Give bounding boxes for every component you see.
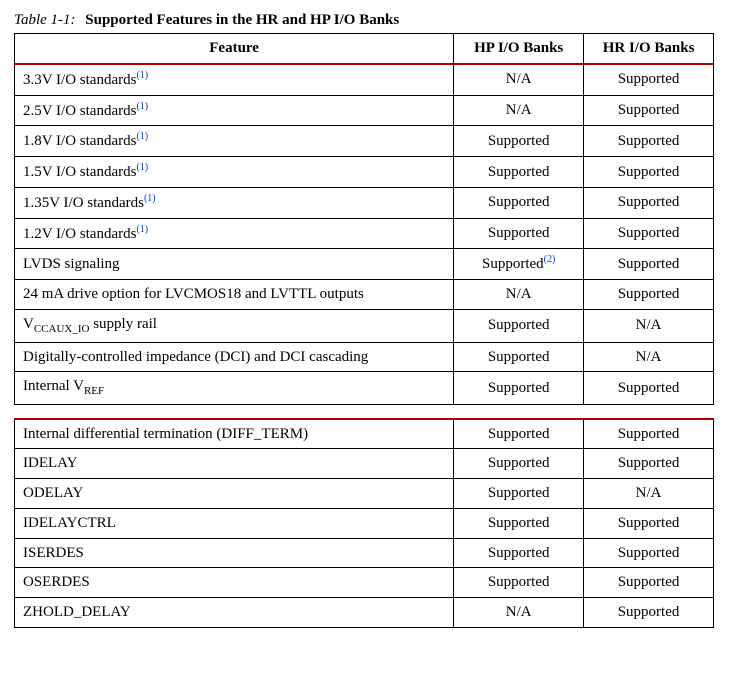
col-header-hr: HR I/O Banks [584, 34, 714, 64]
table-row: 1.8V I/O standards(1)SupportedSupported [15, 126, 714, 157]
feature-cell: IDELAYCTRL [15, 508, 454, 538]
footnote-ref: (1) [136, 101, 148, 112]
table-row: 24 mA drive option for LVCMOS18 and LVTT… [15, 280, 714, 310]
feature-cell: VCCAUX_IO supply rail [15, 309, 454, 342]
table-row: 1.2V I/O standards(1)SupportedSupported [15, 218, 714, 249]
hp-cell: Supported [454, 538, 584, 568]
table-title: Supported Features in the HR and HP I/O … [85, 12, 399, 28]
table-caption: Table 1-1: Supported Features in the HR … [14, 12, 719, 29]
footnote-ref: (1) [144, 193, 156, 204]
hr-cell: Supported [584, 280, 714, 310]
table-row: IDELAYCTRLSupportedSupported [15, 508, 714, 538]
feature-cell: 1.5V I/O standards(1) [15, 157, 454, 188]
feature-cell: 1.8V I/O standards(1) [15, 126, 454, 157]
table-row: Internal VREFSupportedSupported [15, 372, 714, 405]
feature-cell: ODELAY [15, 479, 454, 509]
hp-cell: Supported [454, 157, 584, 188]
hp-cell: Supported [454, 126, 584, 157]
hr-cell: Supported [584, 372, 714, 405]
feature-cell: Internal VREF [15, 372, 454, 405]
table-row: ISERDESSupportedSupported [15, 538, 714, 568]
footnote-ref: (1) [136, 70, 148, 81]
table-label: Table 1-1: [14, 12, 76, 28]
table-row: Internal differential termination (DIFF_… [15, 419, 714, 449]
hp-cell: Supported [454, 419, 584, 449]
table-row: IDELAYSupportedSupported [15, 449, 714, 479]
hr-cell: Supported [584, 568, 714, 598]
hr-cell: Supported [584, 508, 714, 538]
hp-cell: N/A [454, 95, 584, 126]
feature-table: Feature HP I/O Banks HR I/O Banks 3.3V I… [14, 33, 714, 628]
table-row: 1.5V I/O standards(1)SupportedSupported [15, 157, 714, 188]
table-row: ODELAYSupportedN/A [15, 479, 714, 509]
table-row: ZHOLD_DELAYN/ASupported [15, 598, 714, 628]
feature-cell: 24 mA drive option for LVCMOS18 and LVTT… [15, 280, 454, 310]
hr-cell: N/A [584, 342, 714, 372]
table-row: 3.3V I/O standards(1)N/ASupported [15, 64, 714, 95]
hr-cell: Supported [584, 538, 714, 568]
hr-cell: Supported [584, 218, 714, 249]
hp-cell: Supported [454, 479, 584, 509]
hp-cell: Supported [454, 568, 584, 598]
feature-cell: 1.2V I/O standards(1) [15, 218, 454, 249]
feature-cell: 2.5V I/O standards(1) [15, 95, 454, 126]
feature-cell: LVDS signaling [15, 249, 454, 280]
footnote-ref: (1) [136, 131, 148, 142]
hr-cell: Supported [584, 249, 714, 280]
feature-cell: 1.35V I/O standards(1) [15, 187, 454, 218]
hp-cell: Supported [454, 187, 584, 218]
table-row: Digitally-controlled impedance (DCI) and… [15, 342, 714, 372]
hr-cell: Supported [584, 187, 714, 218]
hr-cell: Supported [584, 419, 714, 449]
hp-cell: N/A [454, 64, 584, 95]
table-row: LVDS signalingSupported(2)Supported [15, 249, 714, 280]
feature-cell: Internal differential termination (DIFF_… [15, 419, 454, 449]
hp-cell: Supported [454, 309, 584, 342]
hp-cell: Supported [454, 449, 584, 479]
table-row: OSERDESSupportedSupported [15, 568, 714, 598]
hp-cell: N/A [454, 598, 584, 628]
hr-cell: Supported [584, 95, 714, 126]
table-body: 3.3V I/O standards(1)N/ASupported2.5V I/… [15, 64, 714, 628]
feature-cell: OSERDES [15, 568, 454, 598]
hp-cell: Supported [454, 342, 584, 372]
footnote-ref: (1) [136, 162, 148, 173]
feature-cell: Digitally-controlled impedance (DCI) and… [15, 342, 454, 372]
hr-cell: Supported [584, 64, 714, 95]
feature-cell: IDELAY [15, 449, 454, 479]
hr-cell: Supported [584, 598, 714, 628]
feature-cell: ZHOLD_DELAY [15, 598, 454, 628]
hp-cell: N/A [454, 280, 584, 310]
col-header-hp: HP I/O Banks [454, 34, 584, 64]
hr-cell: N/A [584, 309, 714, 342]
hp-cell: Supported(2) [454, 249, 584, 280]
footnote-ref: (2) [544, 254, 556, 265]
hr-cell: Supported [584, 126, 714, 157]
hp-cell: Supported [454, 372, 584, 405]
hp-cell: Supported [454, 218, 584, 249]
hr-cell: N/A [584, 479, 714, 509]
table-row: 1.35V I/O standards(1)SupportedSupported [15, 187, 714, 218]
footnote-ref: (1) [136, 224, 148, 235]
col-header-feature: Feature [15, 34, 454, 64]
table-header-row: Feature HP I/O Banks HR I/O Banks [15, 34, 714, 64]
table-gap [15, 405, 714, 419]
table-row: VCCAUX_IO supply railSupportedN/A [15, 309, 714, 342]
hr-cell: Supported [584, 157, 714, 188]
table-row: 2.5V I/O standards(1)N/ASupported [15, 95, 714, 126]
feature-cell: ISERDES [15, 538, 454, 568]
hr-cell: Supported [584, 449, 714, 479]
hp-cell: Supported [454, 508, 584, 538]
feature-cell: 3.3V I/O standards(1) [15, 64, 454, 95]
